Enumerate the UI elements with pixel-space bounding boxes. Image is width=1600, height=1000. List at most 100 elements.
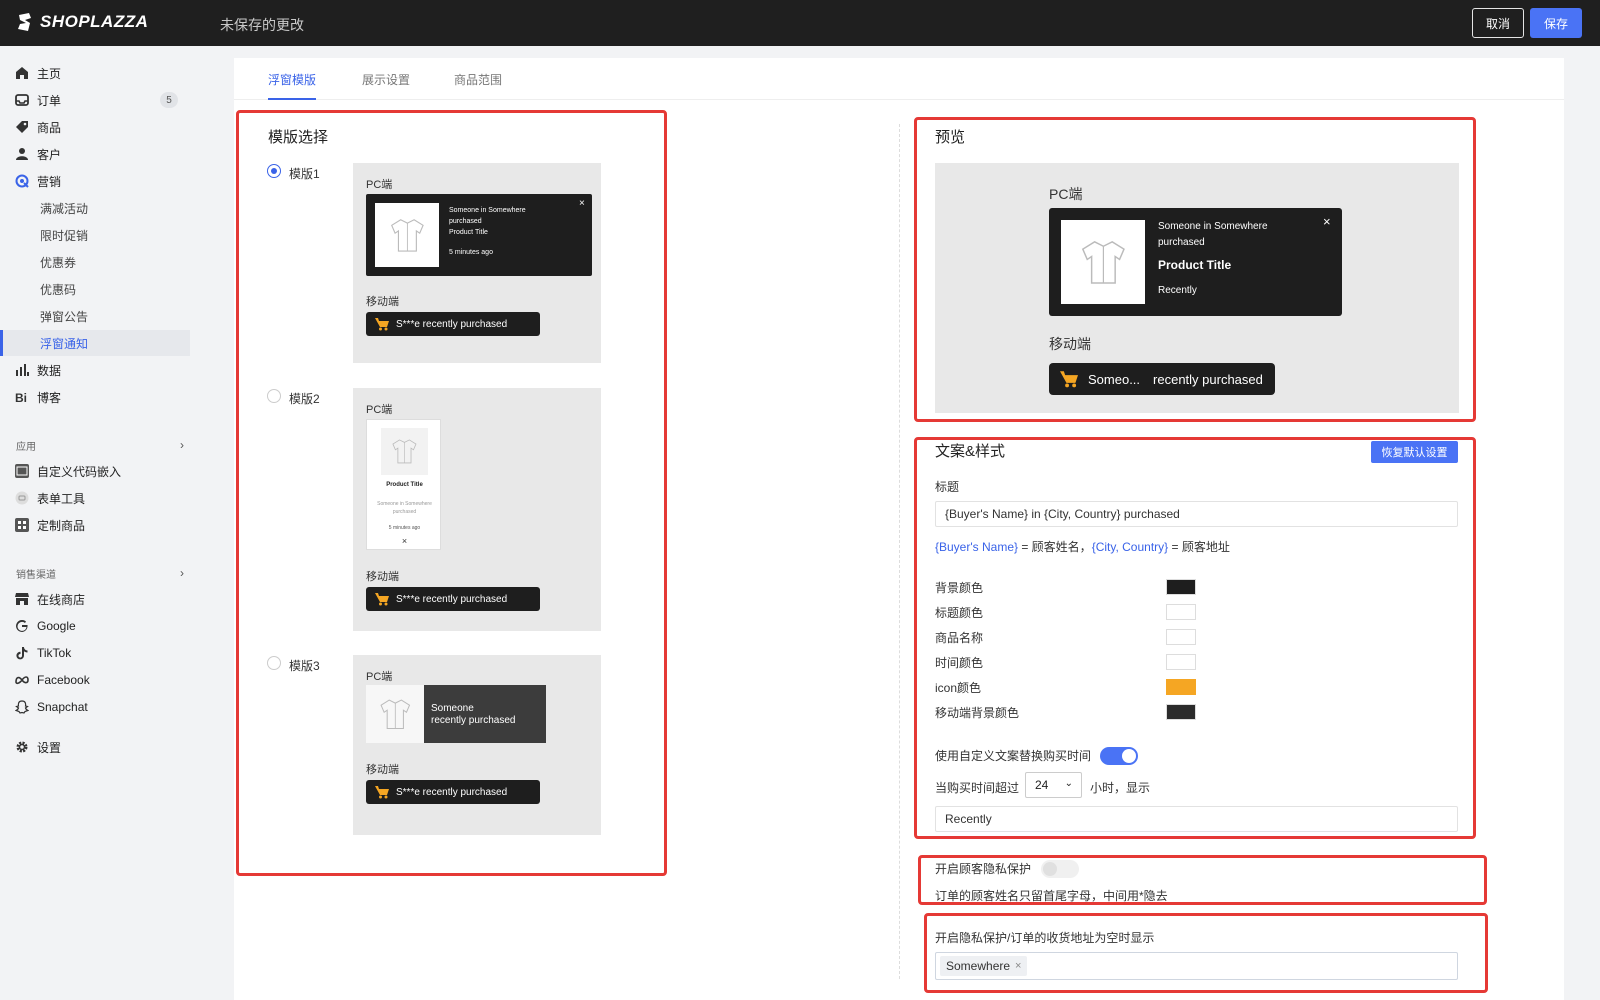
svg-text:Bi: Bi (15, 391, 27, 404)
sidebar-sub-flash-sale[interactable]: 限时促销 (0, 222, 190, 248)
sidebar-item-label: 自定义代码嵌入 (37, 464, 122, 479)
template-2-label[interactable]: 模版2 (289, 390, 320, 407)
chevron-right-icon: › (180, 566, 184, 580)
card-product-title: Product Title (386, 482, 423, 488)
tag-icon (15, 120, 29, 134)
pc-notification-card: Product Title Someone in Somewhere purch… (366, 419, 441, 550)
custom-time-toggle[interactable] (1100, 747, 1138, 765)
preview-mobile-notification: Someo... recently purchased (1049, 363, 1275, 395)
template-3-label[interactable]: 模版3 (289, 657, 320, 674)
sidebar-item-google[interactable]: Google (0, 613, 190, 639)
icon-color-swatch[interactable] (1166, 679, 1196, 695)
sidebar-item-label: 数据 (37, 363, 62, 378)
template-1-radio[interactable] (267, 164, 281, 178)
reset-default-button[interactable]: 恢复默认设置 (1371, 441, 1458, 463)
sidebar-sub-full-reduction[interactable]: 满减活动 (0, 195, 190, 221)
shoplazza-logo[interactable]: SHOPLAZZA (16, 12, 148, 32)
preview-mobile-text: recently purchased (1153, 371, 1263, 387)
template-2-radio[interactable] (267, 389, 281, 403)
notification-product: Product Title (449, 229, 488, 236)
sidebar-item-analytics[interactable]: 数据 (0, 357, 190, 383)
sidebar-item-label: Facebook (37, 673, 90, 687)
sidebar-sub-floating-notification[interactable]: 浮窗通知 (0, 330, 190, 356)
time-color-label: 时间颜色 (935, 656, 984, 670)
tab-display-settings[interactable]: 展示设置 (362, 71, 410, 98)
sidebar-item-orders[interactable]: 订单 5 (0, 87, 190, 113)
title-input[interactable]: {Buyer's Name} in {City, Country} purcha… (935, 501, 1458, 527)
channels-section-title[interactable]: 销售渠道 › (16, 566, 184, 581)
template-1-label[interactable]: 模版1 (289, 165, 320, 182)
product-image (1061, 220, 1145, 304)
sidebar-item-label: 营销 (37, 174, 62, 189)
sidebar-item-settings[interactable]: 设置 (0, 734, 190, 760)
hours-select[interactable]: 24 ⌄ (1025, 772, 1082, 798)
recent-text-input[interactable]: Recently (935, 806, 1458, 832)
google-icon (15, 619, 29, 633)
preview-area: PC端 Someone in Somewhere purchased Produ… (935, 163, 1459, 413)
hours-suffix-label: 小时，显示 (1090, 781, 1151, 795)
save-button[interactable]: 保存 (1530, 8, 1582, 38)
snapchat-icon (15, 700, 29, 714)
sidebar-item-label: 表单工具 (37, 491, 86, 506)
tab-product-scope[interactable]: 商品范围 (454, 71, 502, 98)
address-tags-input[interactable]: Somewhere × (935, 952, 1458, 980)
apps-section-label: 应用 (16, 442, 36, 453)
apps-section-title[interactable]: 应用 › (16, 438, 184, 453)
sidebar-sub-discount-codes[interactable]: 优惠码 (0, 276, 190, 302)
mobile-label: 移动端 (366, 764, 399, 776)
pc-label: PC端 (366, 671, 393, 683)
when-time-exceeds-label: 当购买时间超过 (935, 781, 1020, 795)
logo-text: SHOPLAZZA (40, 12, 149, 31)
notification-line2: purchased (449, 218, 482, 225)
sidebar-item-tiktok[interactable]: TikTok (0, 640, 190, 666)
address-desc: = 顾客地址 (1168, 540, 1230, 554)
title-field-label: 标题 (935, 480, 960, 494)
shoplazza-logo-icon (18, 13, 31, 31)
title-color-label: 标题颜色 (935, 606, 984, 620)
sidebar-item-facebook[interactable]: Facebook (0, 667, 190, 693)
tag-remove-icon[interactable]: × (1015, 960, 1021, 972)
close-icon[interactable]: × (1323, 214, 1331, 229)
tab-floating-template[interactable]: 浮窗模版 (268, 71, 317, 100)
mobile-bg-color-swatch[interactable] (1166, 704, 1196, 720)
sidebar-item-home[interactable]: 主页 (0, 60, 190, 86)
sidebar-sub-popup-announcement[interactable]: 弹窗公告 (0, 303, 190, 329)
sidebar-item-form-tool[interactable]: 表单工具 (0, 485, 190, 511)
sidebar-item-marketing[interactable]: 营销 (0, 168, 190, 194)
sidebar-item-custom-code[interactable]: 自定义代码嵌入 (0, 458, 190, 484)
sidebar-item-label: 设置 (37, 740, 62, 755)
cart-icon (375, 318, 389, 331)
orders-count-badge: 5 (160, 92, 178, 108)
cancel-button[interactable]: 取消 (1472, 8, 1524, 38)
pc-notification: Someone recently purchased (366, 685, 546, 743)
template-3-radio[interactable] (267, 656, 281, 670)
sidebar-item-customers[interactable]: 客户 (0, 141, 190, 167)
sidebar-item-blog[interactable]: Bi 博客 (0, 384, 190, 410)
time-color-swatch[interactable] (1166, 654, 1196, 670)
home-icon (15, 66, 29, 80)
sidebar-item-online-store[interactable]: 在线商店 (0, 586, 190, 612)
privacy-label: 开启顾客隐私保护 (935, 862, 1032, 876)
sidebar-item-custom-product[interactable]: 定制商品 (0, 512, 190, 538)
address-privacy-label: 开启隐私保护/订单的收货地址为空时显示 (935, 931, 1155, 945)
notification-text-panel: Someone recently purchased (424, 685, 546, 743)
notification-line1: Someone (431, 703, 474, 714)
product-name-color-swatch[interactable] (1166, 629, 1196, 645)
pc-label: PC端 (366, 179, 393, 191)
sidebar: 主页 订单 5 商品 客户 营销 满减活动 限时促销 优惠券 优惠码 弹窗公告 … (0, 46, 200, 1000)
privacy-toggle[interactable] (1041, 860, 1079, 878)
sidebar-item-label: 主页 (37, 66, 62, 81)
sidebar-item-products[interactable]: 商品 (0, 114, 190, 140)
product-name-color-label: 商品名称 (935, 631, 984, 645)
shirt-icon (390, 218, 424, 252)
close-icon: × (401, 536, 408, 546)
column-divider (899, 124, 900, 979)
sidebar-sub-coupons[interactable]: 优惠券 (0, 249, 190, 275)
close-icon: × (579, 198, 585, 209)
title-color-swatch[interactable] (1166, 604, 1196, 620)
sidebar-item-label: 在线商店 (37, 592, 86, 607)
tab-bar: 浮窗模版 展示设置 商品范围 (234, 58, 1564, 100)
sidebar-item-snapchat[interactable]: Snapchat (0, 694, 190, 720)
preview-mobile-name: Someo... (1088, 371, 1141, 387)
bg-color-swatch[interactable] (1166, 579, 1196, 595)
